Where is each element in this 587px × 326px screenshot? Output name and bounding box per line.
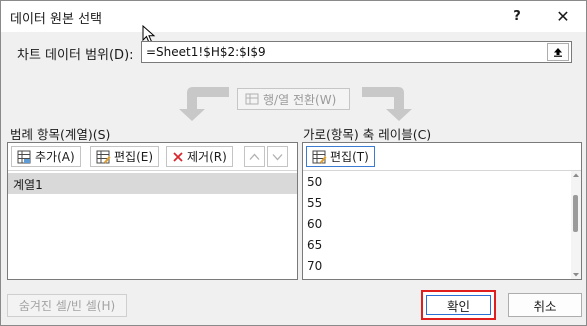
- cancel-button[interactable]: 취소: [508, 293, 582, 317]
- add-series-label: 추가(A): [35, 150, 75, 164]
- add-series-button[interactable]: 추가(A): [11, 146, 81, 167]
- hidden-empty-cells-label: 숨겨진 셀/빈 셀(H): [18, 299, 116, 313]
- legend-entries-panel: 추가(A) 편집(E) 제거(R) 계열1: [7, 142, 298, 280]
- edit-series-label: 편집(E): [114, 150, 154, 164]
- axis-label-item: 55: [307, 196, 323, 210]
- chevron-down-icon: [272, 153, 283, 160]
- move-up-button[interactable]: [244, 146, 265, 167]
- edit-table-icon: [96, 150, 111, 163]
- scroll-thumb[interactable]: [573, 195, 578, 232]
- collapse-dialog-icon: [554, 48, 562, 57]
- hidden-empty-cells-button[interactable]: 숨겨진 셀/빈 셀(H): [7, 294, 127, 317]
- dialog-title: 데이터 원본 선택: [10, 12, 102, 27]
- legend-entries-label: 범례 항목(계열)(S): [10, 127, 111, 142]
- axis-label-item: 65: [307, 238, 323, 252]
- axis-labels-panel: 편집(T) 50 55 60 65 70: [302, 142, 582, 280]
- edit-table-icon: [312, 150, 327, 163]
- legend-entry-item[interactable]: 계열1: [8, 173, 297, 194]
- chevron-up-icon: [249, 153, 260, 160]
- help-button[interactable]: ?: [498, 1, 536, 32]
- switch-row-column-label: 행/열 전환(W): [263, 92, 337, 107]
- remove-x-icon: [173, 151, 183, 162]
- close-button[interactable]: ✕: [544, 1, 582, 32]
- arrow-right-icon: [362, 87, 412, 121]
- help-icon: ?: [513, 9, 521, 24]
- axis-label-item: 60: [307, 217, 323, 231]
- axis-label-item: 50: [307, 175, 323, 189]
- axis-toolbar: 편집(T): [303, 143, 581, 171]
- legend-toolbar: 추가(A) 편집(E) 제거(R): [8, 143, 297, 171]
- switch-row-column-button[interactable]: 행/열 전환(W): [237, 88, 350, 110]
- add-series-icon: [17, 150, 31, 163]
- remove-series-label: 제거(R): [187, 150, 227, 164]
- scroll-up-icon[interactable]: [572, 172, 580, 178]
- title-bar: 데이터 원본 선택 ? ✕: [1, 1, 586, 32]
- chart-data-range-label: 차트 데이터 범위(D):: [17, 48, 134, 63]
- legend-entry-label: 계열1: [13, 178, 43, 192]
- collapse-dialog-button[interactable]: [547, 43, 569, 61]
- ok-button[interactable]: 확인: [421, 290, 496, 320]
- edit-axis-labels-button[interactable]: 편집(T): [306, 146, 375, 167]
- axis-labels-label: 가로(항목) 축 레이블(C): [303, 127, 432, 142]
- remove-series-button[interactable]: 제거(R): [166, 146, 233, 167]
- cancel-label: 취소: [533, 298, 557, 314]
- scroll-down-icon[interactable]: [572, 272, 580, 278]
- axis-label-item: 70: [307, 259, 323, 273]
- close-icon: ✕: [556, 7, 570, 26]
- arrow-left-icon: [179, 87, 229, 121]
- edit-series-button[interactable]: 편집(E): [90, 146, 160, 167]
- move-down-button[interactable]: [267, 146, 288, 167]
- edit-axis-labels-label: 편집(T): [330, 150, 369, 164]
- select-data-source-dialog: 데이터 원본 선택 ? ✕ 차트 데이터 범위(D): =Sheet1!$H$2…: [0, 0, 587, 326]
- axis-list-scrollbar[interactable]: [571, 171, 581, 279]
- chart-data-range-input[interactable]: =Sheet1!$H$2:$I$9: [141, 41, 572, 63]
- chart-data-range-value: =Sheet1!$H$2:$I$9: [146, 45, 266, 59]
- switch-row-column-icon: [245, 93, 259, 105]
- ok-label: 확인: [446, 298, 470, 314]
